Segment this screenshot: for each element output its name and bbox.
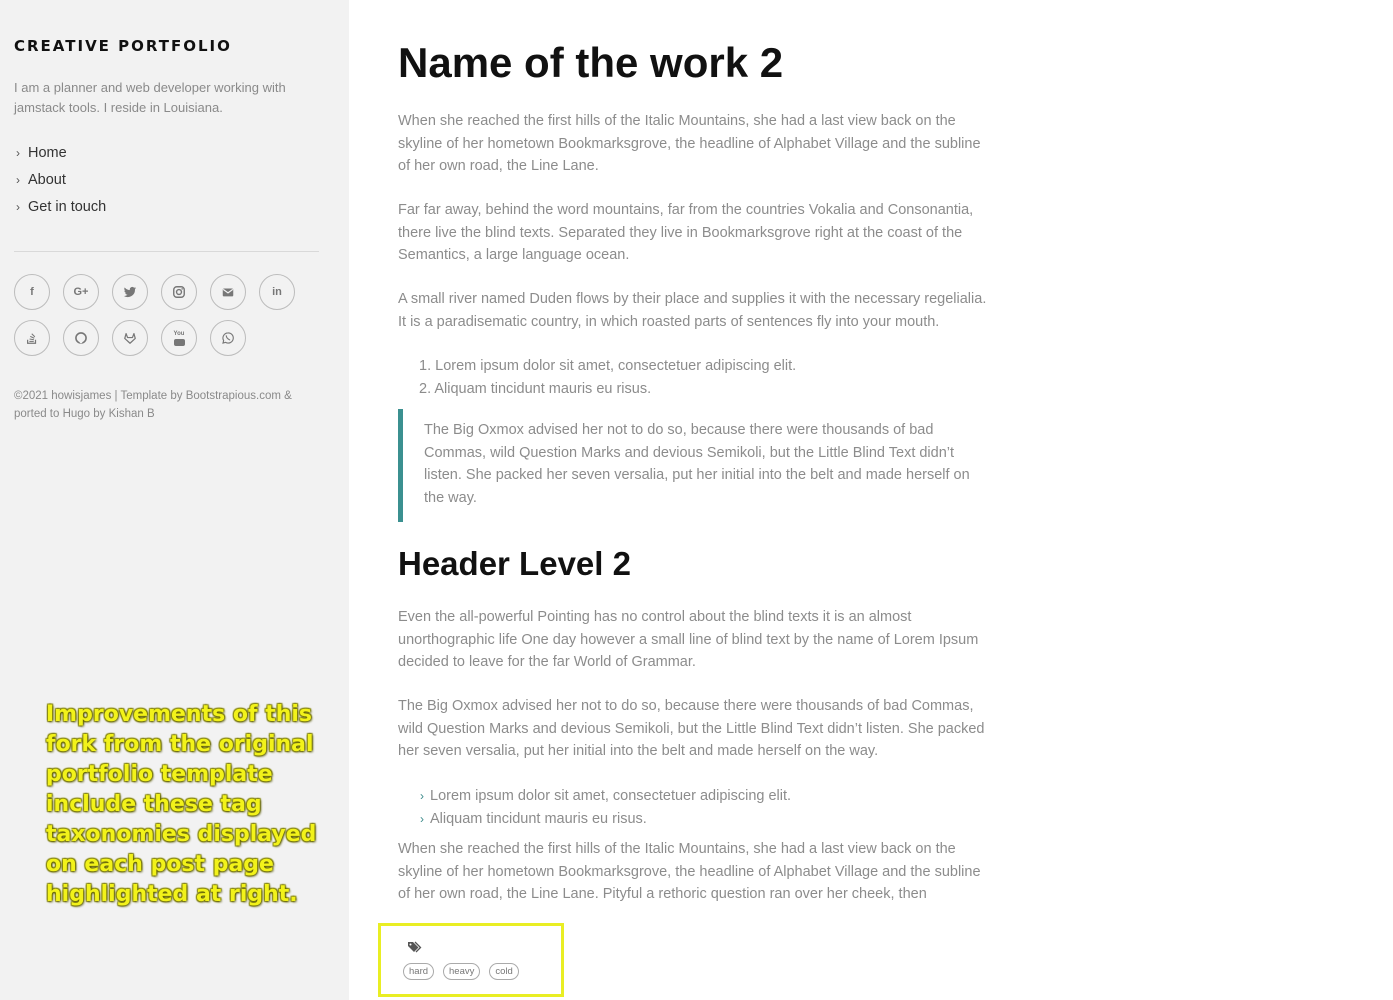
chevron-right-icon: › xyxy=(16,199,20,214)
site-footer: ©2021 howisjames | Template by Bootstrap… xyxy=(14,390,292,420)
tag-hard[interactable]: hard xyxy=(403,963,435,980)
paragraph: The Big Oxmox advised her not to do so, … xyxy=(398,698,985,759)
section-heading: Header Level 2 xyxy=(398,545,631,582)
paragraph: A small river named Duden flows by their… xyxy=(398,291,987,330)
youtube-icon[interactable]: You xyxy=(161,320,197,356)
linkedin-glyph: in xyxy=(272,286,282,298)
stackoverflow-icon[interactable] xyxy=(14,320,50,356)
tag-cold[interactable]: cold xyxy=(489,963,519,980)
google-plus-icon[interactable]: G+ xyxy=(63,274,99,310)
chevron-right-icon: › xyxy=(420,789,424,803)
list-number: 2. xyxy=(419,380,432,397)
email-icon[interactable] xyxy=(210,274,246,310)
tag-list: hard heavy cold xyxy=(403,963,519,980)
tag-heavy[interactable]: heavy xyxy=(443,963,481,980)
site-brand[interactable]: CREATIVE PORTFOLIO xyxy=(14,37,232,55)
twitter-icon[interactable] xyxy=(112,274,148,310)
github-icon[interactable] xyxy=(63,320,99,356)
paragraph: When she reached the first hills of the … xyxy=(398,113,981,174)
paragraph: Even the all-powerful Pointing has no co… xyxy=(398,609,979,670)
tags-icon xyxy=(408,941,422,953)
blockquote: The Big Oxmox advised her not to do so, … xyxy=(398,409,988,522)
list-item: › Lorem ipsum dolor sit amet, consectetue… xyxy=(420,785,980,808)
annotation-note: Improvements of this fork from the origi… xyxy=(46,702,317,907)
paragraph: Far far away, behind the word mountains,… xyxy=(398,202,974,263)
page-title: Name of the work 2 xyxy=(398,39,784,86)
list-number: 1. xyxy=(419,358,432,374)
linkedin-icon[interactable]: in xyxy=(259,274,295,310)
facebook-glyph: f xyxy=(30,286,34,298)
sidebar: CREATIVE PORTFOLIO I am a planner and we… xyxy=(0,0,349,1000)
nav-item-label: Get in touch xyxy=(28,198,107,215)
google-plus-glyph: G+ xyxy=(73,286,89,298)
unordered-list: › Lorem ipsum dolor sit amet, consectetue… xyxy=(420,785,980,830)
chevron-right-icon: › xyxy=(16,172,20,187)
main-nav: › Home › About › Get in touch xyxy=(16,139,106,220)
tags-highlight-box: hard heavy cold xyxy=(378,923,564,997)
list-text: Aliquam tincidunt mauris eu risus. xyxy=(434,380,652,397)
ordered-list: 1. Lorem ipsum dolor sit amet, consectet… xyxy=(419,355,979,400)
list-item: 2. Aliquam tincidunt mauris eu risus. xyxy=(419,378,979,401)
list-text: Lorem ipsum dolor sit amet, consectetuer… xyxy=(435,358,797,374)
youtube-play-block xyxy=(173,338,185,346)
list-item: 1. Lorem ipsum dolor sit amet, consectet… xyxy=(419,355,979,378)
nav-item-home[interactable]: › Home xyxy=(16,139,106,166)
sidebar-divider xyxy=(14,251,319,252)
chevron-right-icon: › xyxy=(16,145,20,160)
list-text: Lorem ipsum dolor sit amet, consectetuer… xyxy=(430,788,792,804)
nav-item-label: About xyxy=(28,171,66,188)
list-item: › Aliquam tincidunt mauris eu risus. xyxy=(420,808,980,831)
list-text: Aliquam tincidunt mauris eu risus. xyxy=(430,810,647,827)
gitlab-icon[interactable] xyxy=(112,320,148,356)
paragraph: When she reached the first hills of the … xyxy=(398,841,981,902)
instagram-icon[interactable] xyxy=(161,274,197,310)
nav-item-about[interactable]: › About xyxy=(16,166,106,193)
youtube-glyph: You xyxy=(173,330,185,337)
facebook-icon[interactable]: f xyxy=(14,274,50,310)
whatsapp-icon[interactable] xyxy=(210,320,246,356)
site-bio: I am a planner and web developer working… xyxy=(14,80,286,115)
chevron-right-icon: › xyxy=(420,811,424,826)
nav-item-get-in-touch[interactable]: › Get in touch xyxy=(16,193,106,220)
nav-item-label: Home xyxy=(28,144,67,161)
